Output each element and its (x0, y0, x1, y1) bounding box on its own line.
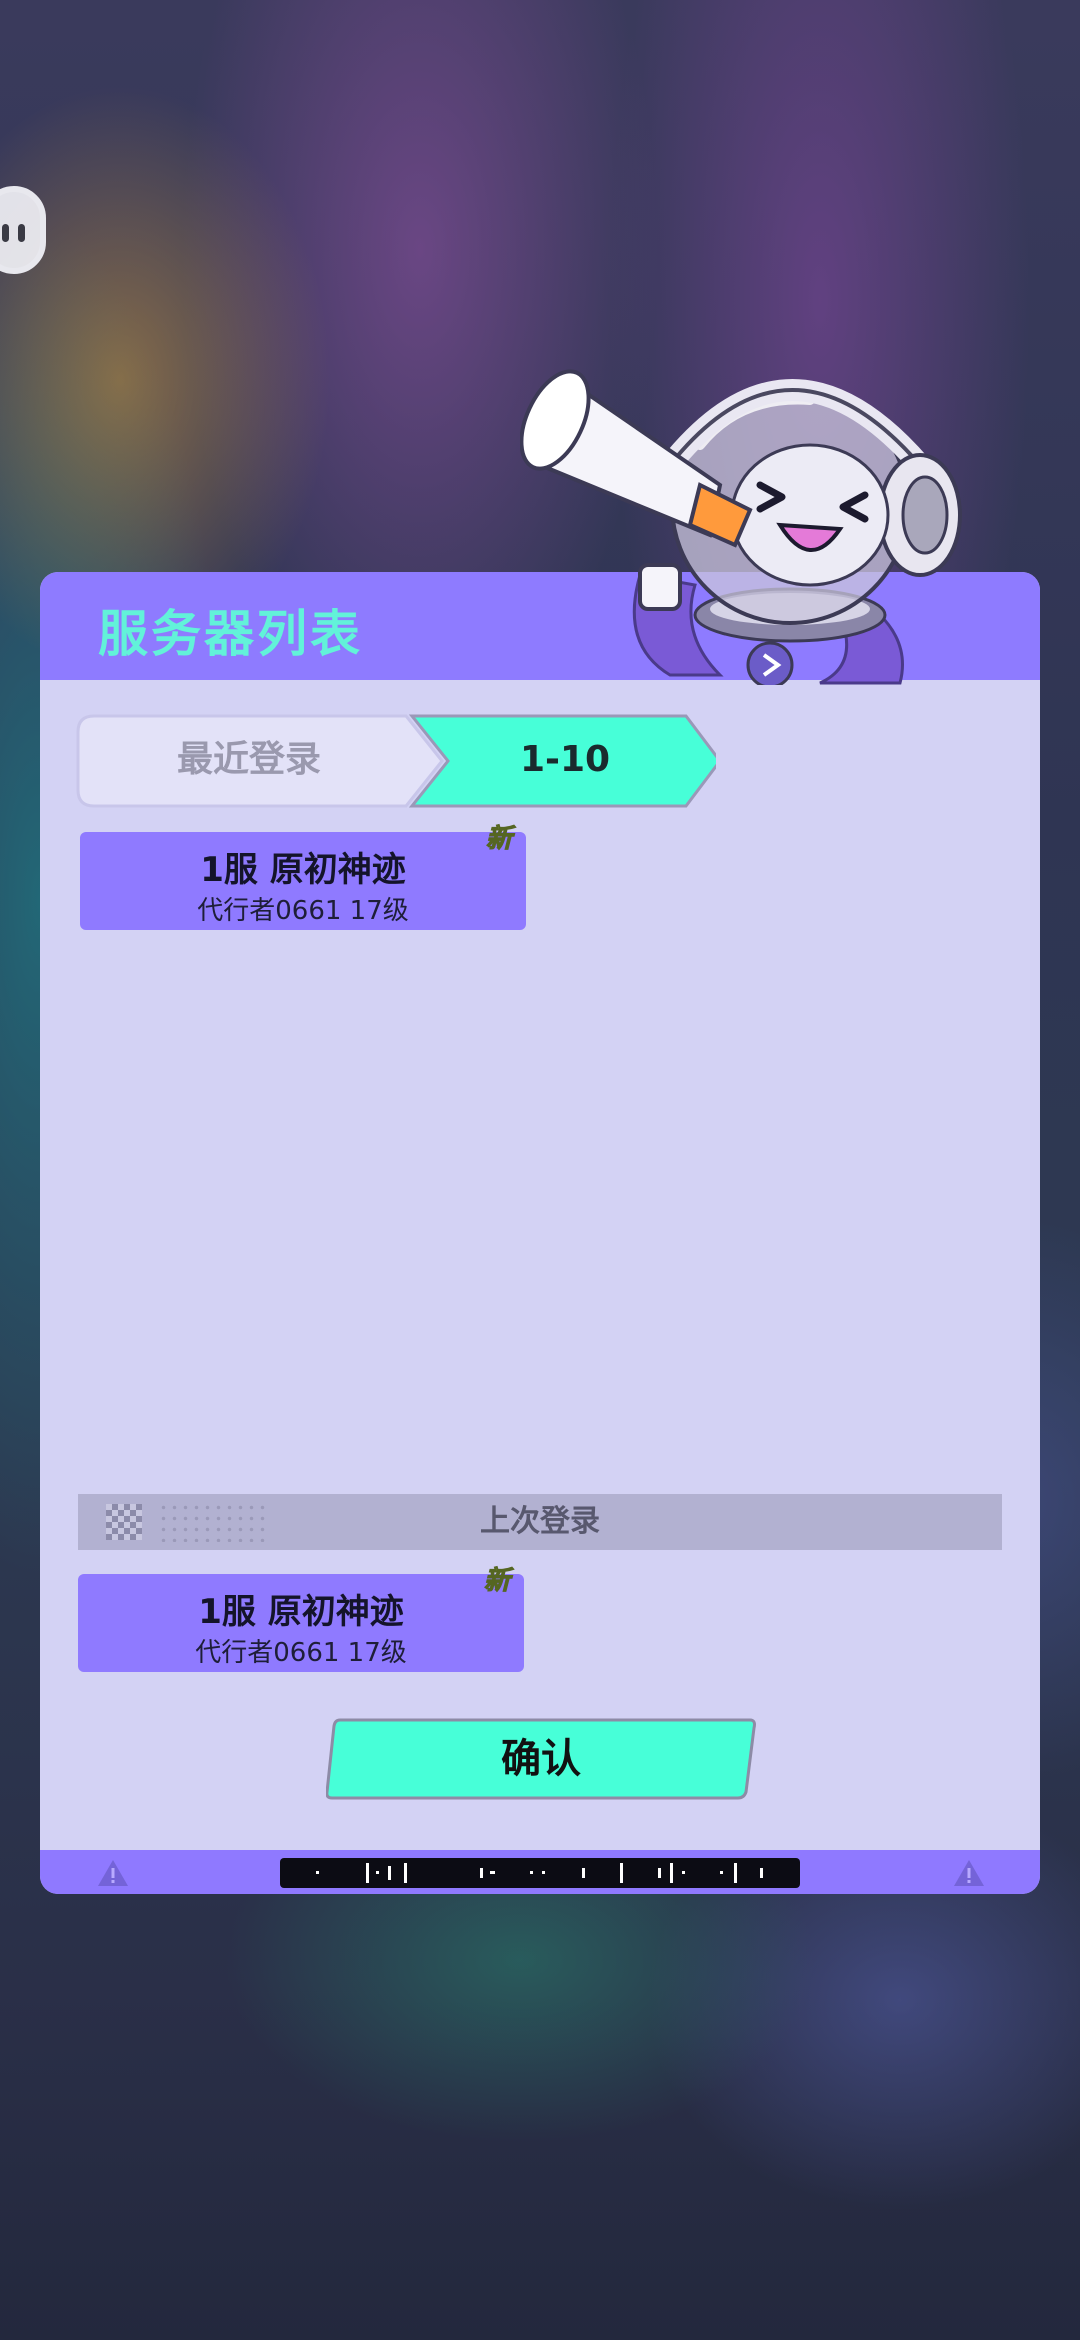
panel-title: 服务器列表 (98, 605, 363, 663)
eye-right (18, 224, 25, 242)
server-player-info: 代行者0661 17级 (195, 1638, 407, 1668)
last-login-label: 上次登录 (480, 1504, 600, 1539)
server-card[interactable]: 1服 原初神迹 代行者0661 17级 新 (80, 824, 526, 930)
server-list-panel: 服务器列表 最近登录 1-10 1服 原初神迹 代行者0661 17级 新 上次… (40, 572, 1040, 1894)
server-player-info: 代行者0661 17级 (197, 896, 409, 926)
new-badge: 新 (483, 1566, 510, 1597)
eye-left (2, 224, 9, 242)
server-name: 1服 原初神迹 (198, 1592, 404, 1632)
warning-icon (98, 1860, 128, 1886)
panel-footer (40, 1850, 1040, 1894)
megaphone-mascot (520, 369, 962, 685)
barcode-strip (280, 1858, 800, 1888)
server-name: 1服 原初神迹 (200, 850, 406, 890)
confirm-label: 确认 (501, 1736, 581, 1782)
confirm-button[interactable]: 确认 (326, 1718, 756, 1800)
last-login-server-card[interactable]: 1服 原初神迹 代行者0661 17级 新 (78, 1566, 524, 1672)
new-badge: 新 (485, 824, 512, 855)
tab-range-1-10[interactable]: 1-10 (430, 714, 700, 806)
tab-recent[interactable]: 最近登录 (76, 714, 422, 806)
warning-icon (954, 1860, 984, 1886)
floating-assistant-icon[interactable] (0, 186, 46, 274)
last-login-bar: 上次登录 (78, 1494, 1002, 1550)
server-tabs: 最近登录 1-10 (76, 714, 716, 810)
